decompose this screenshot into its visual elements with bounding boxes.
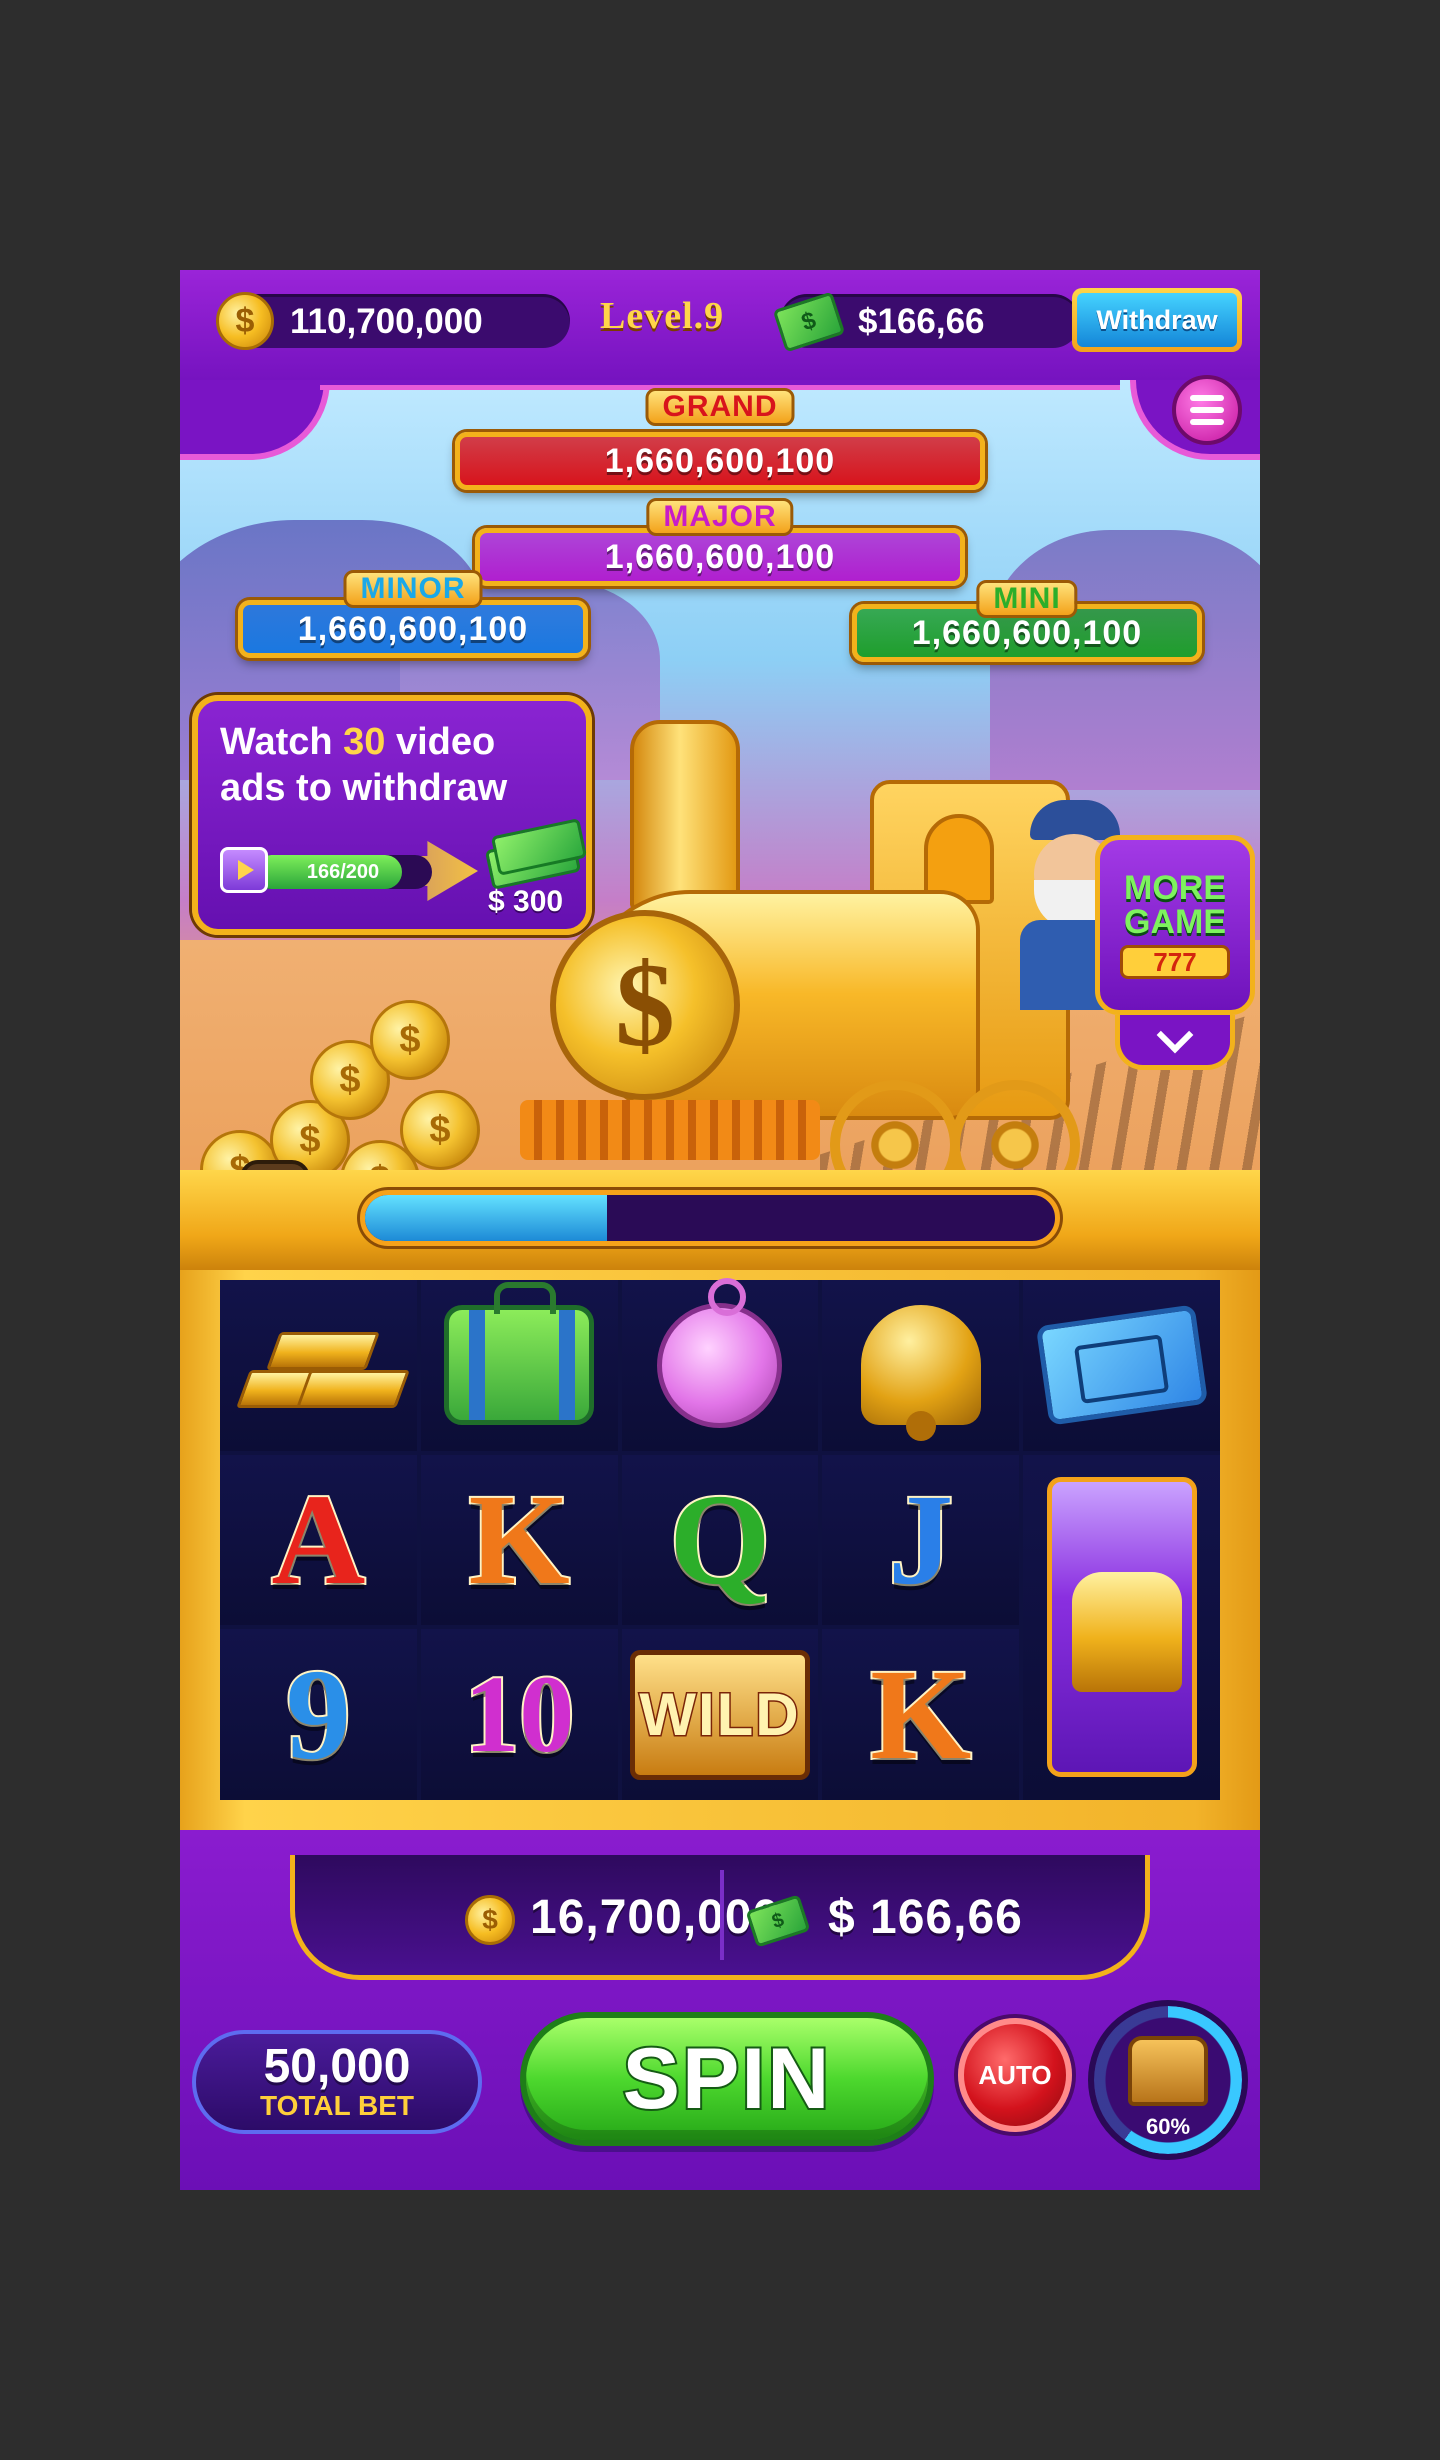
more-game-line2: GAME [1124,903,1226,941]
train-chimney [630,720,740,910]
reel-symbol-q: Q [621,1454,819,1626]
cash-balance: $166,66 [858,302,985,341]
train-scatter-icon [1046,1477,1197,1778]
train-progress-bar [360,1190,1060,1246]
symbol-letter: J [886,1466,955,1614]
jackpot-mini-label: MINI [976,580,1078,618]
ticket-icon [1035,1304,1208,1426]
jackpot-major-label: MAJOR [646,498,794,536]
gold-bars-icon [233,1310,411,1420]
symbol-letter: Q [667,1466,772,1614]
reel-symbol-pocket-watch [621,1277,819,1451]
coin-balance: 110,700,000 [290,302,483,341]
symbol-letter: K [868,1641,973,1789]
watch-ads-panel[interactable]: Watch 30 video ads to withdraw 166/200 $… [192,695,592,935]
coin-icon: $ [400,1090,480,1170]
jackpot-mini: 1,660,600,100 MINI [852,580,1202,662]
jackpot-grand: 1,660,600,100 GRAND [455,388,985,490]
reel-symbol-ticket [1023,1280,1220,1451]
coin-icon: $ [216,292,274,350]
jackpot-minor: 1,660,600,100 MINOR [238,570,588,658]
wild-label: WILD [638,1680,801,1750]
spin-label: SPIN [621,2029,832,2129]
ad-count-highlight: 30 [343,721,386,763]
ad-progress-label: 166/200 [306,860,380,883]
video-icon [220,847,268,893]
ad-reward: $ 300 [488,885,564,918]
more-game-line1: MORE [1124,869,1226,907]
symbol-letter: K [467,1466,572,1614]
slot-reels: A K Q J 9 10 WILD K [220,1277,1220,1800]
spin-button[interactable]: SPIN [520,2012,934,2146]
reel-symbol-suitcase [420,1280,618,1451]
more-game-button[interactable]: MORE GAME 777 [1095,835,1255,1015]
reel-symbol-k: K [822,1629,1020,1800]
slot-game-screen: $ $ $ $ $ $ $ [180,270,1260,2190]
total-bet-selector[interactable]: 50,000 TOTAL BET [192,2030,482,2134]
coin-winnings: 16,700,000 [530,1891,781,1944]
treasure-chest-icon [1128,2036,1208,2106]
menu-button[interactable] [1172,375,1242,445]
ad-text-prefix: Watch [220,721,344,763]
pocket-watch-icon [657,1277,783,1428]
dollar-emblem-icon: $ [550,910,740,1100]
jackpot-grand-label: GRAND [645,388,795,426]
symbol-letter: 9 [284,1641,353,1789]
ad-text-line2: ads to withdraw [220,767,508,809]
auto-spin-button[interactable]: AUTO [958,2018,1072,2132]
cash-winnings: $ 166,66 [828,1891,1023,1944]
reel-symbol-bell [822,1280,1020,1451]
ad-text-suffix: video [385,721,496,763]
more-game-toggle[interactable] [1115,1015,1235,1070]
treasure-chest-button[interactable]: 60% [1088,2000,1248,2160]
reel-symbol-train-scatter [1023,1454,1220,1800]
suitcase-icon [444,1282,595,1426]
total-bet-label: TOTAL BET [260,2090,414,2121]
jackpot-grand-value: 1,660,600,100 [455,432,985,490]
bell-icon [860,1305,981,1442]
chest-progress-percent: 60% [1145,2114,1191,2139]
golden-train: $ [520,720,1080,1210]
ad-headline: Watch 30 video ads to withdraw [220,719,580,811]
withdraw-label: Withdraw [1077,293,1237,347]
money-stack-icon [484,818,588,890]
train-cowcatcher [520,1100,820,1160]
reel-symbol-10: 10 [420,1629,618,1800]
reel-symbol-j: J [822,1454,1020,1626]
auto-label: AUTO [978,2059,1052,2090]
reel-symbol-k: K [420,1454,618,1626]
coin-icon: $ [465,1895,515,1945]
jackpot-minor-label: MINOR [343,570,483,608]
reel-symbol-wild: WILD [621,1629,819,1800]
total-bet-value: 50,000 [263,2040,411,2093]
reel-symbol-a: A [220,1454,417,1626]
player-level: Level.9 [600,295,725,337]
withdraw-button[interactable]: Withdraw [1072,288,1242,352]
jackpot-minor-value: 1,660,600,100 [238,600,588,658]
menu-icon [1190,395,1224,401]
reel-symbol-9: 9 [220,1629,417,1800]
divider [720,1870,724,1960]
symbol-letter: A [269,1466,367,1614]
reel-symbol-gold-bars [220,1280,417,1451]
chevron-down-icon [1156,1016,1194,1054]
top-bar: $ 110,700,000 Level.9 $ $166,66 Withdraw [180,270,1260,380]
sevens-badge: 777 [1120,945,1230,979]
coin-icon: $ [370,1000,450,1080]
wild-symbol: WILD [629,1649,810,1780]
symbol-letter: 10 [462,1651,576,1777]
